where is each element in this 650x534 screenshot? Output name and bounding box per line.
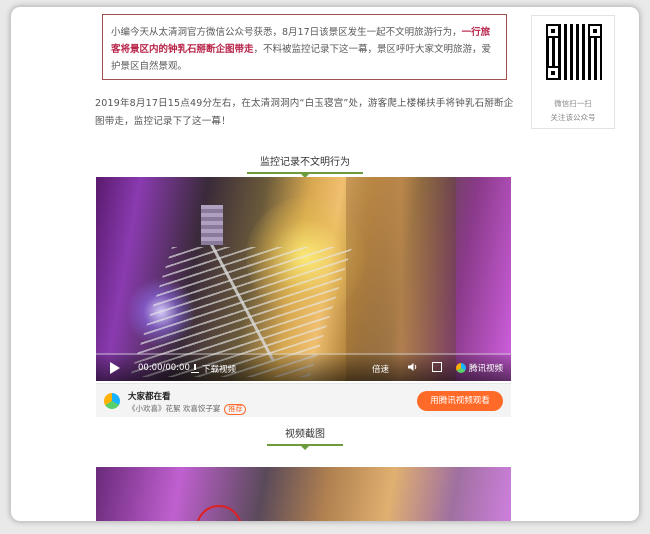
download-video-button[interactable]: 下载视频	[191, 363, 236, 375]
video-promo-bar: 大家都在看 《小欢喜》花絮 欢喜饺子宴 推荐 用腾讯视频观看	[96, 383, 511, 417]
fullscreen-icon[interactable]	[432, 362, 442, 372]
caption-text: 监控记录不文明行为	[260, 157, 350, 168]
video-blurred-person	[201, 205, 223, 245]
tencent-video-icon	[104, 393, 120, 409]
open-in-tencent-video-button[interactable]: 用腾讯视频观看	[417, 391, 503, 411]
brand-label: 腾讯视频	[469, 364, 504, 374]
volume-icon[interactable]	[408, 362, 418, 372]
page-frame: 小编今天从太清洞官方微信公众号获悉，8月17日该景区发生一起不文明旅游行为，一行…	[10, 6, 640, 522]
recommend-badge: 推荐	[224, 404, 247, 415]
video-screenshot-image	[96, 467, 511, 521]
caption-text: 视频截图	[285, 429, 325, 440]
video-stalactite	[346, 177, 456, 381]
qr-finder	[588, 24, 602, 38]
qr-finder	[546, 66, 560, 80]
video-time: 00:00/00:00	[138, 363, 190, 373]
promo-subtitle[interactable]: 《小欢喜》花絮 欢喜饺子宴 推荐	[128, 403, 247, 415]
qr-label-follow: 关注该公众号	[550, 113, 596, 122]
qr-label-scan: 微信扫一扫	[554, 99, 592, 108]
article-paragraph: 2019年8月17日15点49分左右，在太清洞洞内“白玉寝宫”处，游客爬上楼梯扶…	[95, 98, 514, 127]
download-label: 下载视频	[202, 365, 237, 375]
video-player[interactable]: 00:00/00:00 下载视频 倍速 腾讯视频	[96, 177, 511, 381]
playback-speed-button[interactable]: 倍速	[372, 363, 389, 375]
play-icon[interactable]	[110, 362, 120, 374]
section-caption-surveillance: 监控记录不文明行为	[247, 153, 363, 178]
download-icon	[191, 364, 199, 373]
qr-finder	[546, 24, 560, 38]
video-progress-bar[interactable]	[96, 353, 511, 355]
promo-subtitle-text: 《小欢喜》花絮 欢喜饺子宴	[128, 404, 221, 413]
intro-quote-box: 小编今天从太清洞官方微信公众号获悉，8月17日该景区发生一起不文明旅游行为，一行…	[102, 14, 507, 80]
qr-follow-panel: 微信扫一扫 关注该公众号	[531, 15, 615, 129]
video-controls: 00:00/00:00 下载视频 倍速 腾讯视频	[96, 353, 511, 381]
quote-text-before: 小编今天从太清洞官方微信公众号获悉，8月17日该景区发生一起不文明旅游行为，	[111, 27, 462, 38]
caption-arrow	[301, 446, 309, 450]
tencent-video-logo: 腾讯视频	[456, 362, 503, 374]
promo-title: 大家都在看	[128, 392, 171, 402]
tencent-video-icon	[456, 363, 466, 373]
qr-code-icon	[546, 24, 602, 80]
section-caption-screenshot: 视频截图	[267, 425, 343, 450]
red-highlight-circle	[196, 505, 242, 521]
